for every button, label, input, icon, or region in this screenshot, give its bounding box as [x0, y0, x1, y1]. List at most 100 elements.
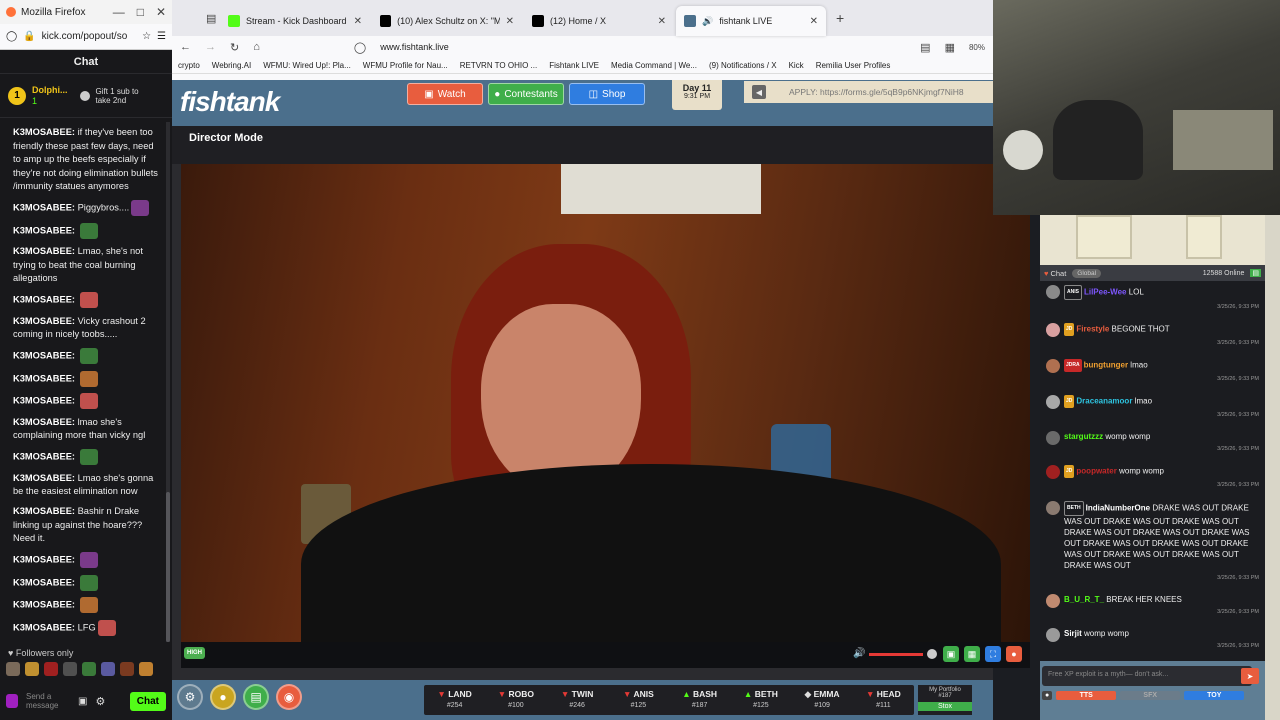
chat-username[interactable]: K3MOSABEE:	[13, 246, 75, 256]
pinned-user[interactable]: Dolphi...	[32, 85, 68, 96]
forward-icon[interactable]: →	[205, 41, 216, 53]
chat-username[interactable]: bungtunger	[1084, 361, 1128, 370]
chat-username[interactable]: K3MOSABEE:	[13, 316, 75, 326]
items-icon[interactable]: ◉	[276, 684, 302, 710]
chat-username[interactable]: K3MOSABEE:	[13, 127, 75, 137]
address-bar[interactable]: www.fishtank.live	[380, 42, 449, 52]
avatar[interactable]	[1046, 431, 1060, 445]
audio-playing-icon[interactable]: 🔊	[702, 16, 713, 27]
volume-icon[interactable]: 🔊	[853, 648, 865, 659]
clip-icon[interactable]: ▣	[943, 646, 959, 662]
chat-scrollbar[interactable]	[166, 122, 170, 642]
tab-kick-dashboard[interactable]: Stream - Kick Dashboard ✕	[220, 6, 370, 36]
contestants-button[interactable]: ● Contestants	[488, 83, 564, 105]
bookmark-item[interactable]: Remilia User Profiles	[816, 61, 891, 70]
shield-icon[interactable]: ◯	[6, 31, 17, 42]
global-tab[interactable]: Global	[1072, 268, 1102, 278]
bookmark-item[interactable]: Fishtank LIVE	[549, 61, 599, 70]
bookmark-item[interactable]: RETVRN TO OHIO ...	[460, 61, 538, 70]
apply-ticker[interactable]: ◀ APPLY: https://forms.gle/5qB9p6NKjmgf7…	[744, 81, 993, 103]
chat-username[interactable]: Sirjit	[1064, 629, 1082, 638]
coins-icon[interactable]: ●	[210, 684, 236, 710]
sfx-button[interactable]: SFX	[1120, 690, 1181, 700]
bookmark-item[interactable]: Kick	[789, 61, 804, 70]
bookmark-item[interactable]: crypto	[178, 61, 200, 70]
avatar[interactable]	[1046, 465, 1060, 479]
chat-username[interactable]: K3MOSABEE:	[13, 554, 75, 564]
send-message-input[interactable]: Send a message	[26, 692, 70, 710]
portfolio-widget[interactable]: My Portfolio #187 Stox	[918, 685, 972, 715]
page-scrollbar[interactable]	[1265, 215, 1280, 720]
toy-button[interactable]: TOY	[1184, 690, 1245, 700]
chat-username[interactable]: K3MOSABEE:	[13, 417, 75, 427]
bookmark-item[interactable]: Media Command | We...	[611, 61, 697, 70]
bookmark-star-icon[interactable]: ☆	[142, 31, 151, 42]
quality-badge[interactable]: HIGH	[184, 647, 205, 659]
chat-log[interactable]: K3MOSABEE: if they've been too friendly …	[0, 122, 166, 642]
inventory-icon[interactable]: ▤	[243, 684, 269, 710]
avatar[interactable]	[1046, 628, 1060, 642]
chat-username[interactable]: IndiaNumberOne	[1086, 504, 1150, 513]
tab-alex-schultz[interactable]: (10) Alex Schultz on X: "My New ✕	[372, 6, 522, 36]
contestant-bash[interactable]: ▲ BASH #187	[669, 685, 730, 715]
zoom-level[interactable]: 80%	[969, 43, 985, 52]
avatar[interactable]	[1046, 359, 1060, 373]
stox-button[interactable]: Stox	[918, 702, 972, 711]
emote-4[interactable]	[63, 662, 77, 676]
tts-button[interactable]: TTS	[1056, 690, 1117, 700]
menu-icon[interactable]: ☰	[157, 31, 166, 42]
fullscreen-icon[interactable]: ⛶	[985, 646, 1001, 662]
tab-close-icon[interactable]: ✕	[810, 16, 818, 27]
chat-username[interactable]: K3MOSABEE:	[13, 473, 75, 483]
chat-username[interactable]: K3MOSABEE:	[13, 622, 75, 632]
chat-username[interactable]: K3MOSABEE:	[13, 225, 75, 235]
chat-username[interactable]: B_U_R_T_	[1064, 595, 1104, 604]
avatar[interactable]	[1046, 501, 1060, 515]
emote-bar[interactable]	[6, 662, 153, 676]
scrollbar-thumb[interactable]	[166, 492, 170, 642]
chat-username[interactable]: K3MOSABEE:	[13, 577, 75, 587]
avatar[interactable]	[1046, 323, 1060, 337]
shop-button[interactable]: ◫ Shop	[569, 83, 645, 105]
pinned-gifter[interactable]: 1 Dolphi... 1 Gift 1 sub to take 2nd	[0, 74, 172, 118]
contestant-emma[interactable]: ◆ EMMA #109	[792, 685, 853, 715]
chat-username[interactable]: K3MOSABEE:	[13, 373, 75, 383]
mic-icon[interactable]	[6, 694, 18, 708]
contestant-anis[interactable]: ▼ ANIS #125	[608, 685, 669, 715]
tab-close-icon[interactable]: ✕	[506, 16, 514, 27]
bookmark-item[interactable]: (9) Notifications / X	[709, 61, 777, 70]
bookmark-item[interactable]: Webring.AI	[212, 61, 251, 70]
chat-username[interactable]: K3MOSABEE:	[13, 395, 75, 405]
emote-5[interactable]	[82, 662, 96, 676]
back-icon[interactable]: ←	[180, 41, 191, 53]
new-tab-button[interactable]: +	[836, 10, 844, 26]
tab-fishtank-live[interactable]: 🔊 fishtank LIVE ✕	[676, 6, 826, 36]
gift-sub-text[interactable]: Gift 1 sub to take 2nd	[96, 87, 148, 105]
contestant-twin[interactable]: ▼ TWIN #246	[547, 685, 608, 715]
maximize-icon[interactable]: □	[137, 5, 144, 19]
popout-chat-icon[interactable]: ▤	[1250, 269, 1261, 277]
chat-username[interactable]: K3MOSABEE:	[13, 451, 75, 461]
settings-gear-icon[interactable]: ⚙	[95, 695, 105, 708]
extension-icon[interactable]: ▤	[920, 41, 930, 54]
emote-6[interactable]	[101, 662, 115, 676]
emote-3[interactable]	[44, 662, 58, 676]
chat-username[interactable]: stargutzzz	[1064, 432, 1103, 441]
close-icon[interactable]: ✕	[156, 5, 166, 19]
chat-username[interactable]: K3MOSABEE:	[13, 506, 75, 516]
contestant-robo[interactable]: ▼ ROBO #100	[485, 685, 546, 715]
avatar[interactable]	[1046, 594, 1060, 608]
volume-knob[interactable]	[927, 649, 937, 659]
minimize-icon[interactable]: —	[113, 5, 125, 19]
popout-url[interactable]: kick.com/popout/so	[42, 31, 128, 42]
chat-username[interactable]: K3MOSABEE:	[13, 202, 75, 212]
chat-username[interactable]: K3MOSABEE:	[13, 599, 75, 609]
send-icon[interactable]: ➤	[1241, 668, 1259, 684]
chat-username[interactable]: Draceanamoor	[1076, 397, 1132, 406]
record-icon[interactable]: ●	[1006, 646, 1022, 662]
emote-2[interactable]	[25, 662, 39, 676]
chat-log[interactable]: ANIS LilPee-Wee LOL 3/25/26, 9:33 PM JD Fire…	[1040, 281, 1265, 661]
pip-icon[interactable]: ▦	[964, 646, 980, 662]
emote-8[interactable]	[139, 662, 153, 676]
tab-close-icon[interactable]: ✕	[354, 16, 362, 27]
